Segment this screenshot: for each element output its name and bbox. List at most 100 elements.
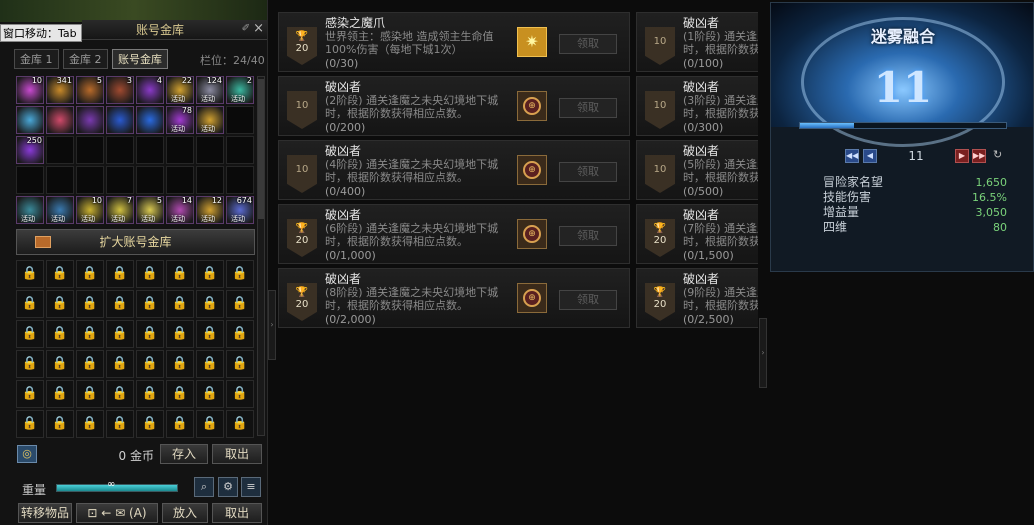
lock-icon: 🔒 (46, 320, 74, 348)
lock-icon: 🔒 (196, 380, 224, 408)
close-icon[interactable]: × (253, 21, 264, 36)
empty-slot[interactable] (106, 136, 134, 164)
mist-exp-fill (800, 123, 854, 128)
list-icon[interactable]: ≡ (241, 477, 261, 497)
storage-item[interactable]: 250 (16, 136, 44, 164)
empty-slot[interactable] (226, 106, 254, 134)
points-value: 20 (295, 43, 309, 54)
points-value: 10 (295, 100, 309, 111)
tab-storage-1[interactable]: 金库 1 (14, 49, 59, 69)
withdraw-button[interactable]: 取出 (212, 444, 262, 464)
empty-slot[interactable] (196, 166, 224, 194)
storage-item[interactable]: 10 活动 (76, 196, 104, 224)
gold-icon[interactable]: ◎ (17, 445, 37, 463)
search-icon[interactable]: ⌕ (194, 477, 214, 497)
empty-slot[interactable] (226, 136, 254, 164)
achievement-title: 破凶者 (325, 272, 362, 286)
empty-slot[interactable] (76, 166, 104, 194)
account-storage-panel: 账号金库 ✐ × 窗口移动：Tab 金库 1 金库 2 账号金库 栏位：24/4… (0, 0, 268, 525)
lock-icon: 🔒 (46, 350, 74, 378)
tab-storage-2[interactable]: 金库 2 (63, 49, 108, 69)
item-tag: 活动 (21, 215, 35, 223)
reward-item[interactable]: ✷ (517, 27, 547, 57)
deposit-button[interactable]: 存入 (160, 444, 208, 464)
storage-item[interactable]: 3 (106, 76, 134, 104)
storage-item[interactable]: 341 (46, 76, 74, 104)
empty-slot[interactable] (136, 166, 164, 194)
storage-item[interactable]: 活动 (46, 196, 74, 224)
empty-slot[interactable] (46, 136, 74, 164)
storage-item[interactable]: 124 活动 (196, 76, 224, 104)
stat-value: 3,050 (975, 206, 1008, 219)
claim-button[interactable]: 领取 (559, 290, 617, 310)
reward-item[interactable]: ⊕ (517, 91, 547, 121)
next-page-icon[interactable]: ▶ (955, 149, 969, 163)
collapse-handle-left[interactable]: › (268, 290, 276, 360)
pin-icon[interactable]: ✐ (242, 23, 250, 34)
transfer-arrow-button[interactable]: ⊡ ← ✉ (A) (76, 503, 158, 523)
put-in-button[interactable]: 放入 (162, 503, 208, 523)
reward-item[interactable]: ⊕ (517, 219, 547, 249)
last-page-icon[interactable]: ▶▶ (972, 149, 986, 163)
storage-item[interactable]: 活动 (196, 106, 224, 134)
empty-slot[interactable] (166, 166, 194, 194)
reward-item[interactable]: ⊕ (517, 155, 547, 185)
item-quantity: 341 (56, 76, 72, 85)
lock-icon: 🔒 (16, 320, 44, 348)
storage-item[interactable] (106, 106, 134, 134)
empty-slot[interactable] (16, 166, 44, 194)
reward-item[interactable]: ⊕ (517, 283, 547, 313)
lock-icon: 🔒 (106, 290, 134, 318)
lock-icon: 🔒 (166, 350, 194, 378)
lock-icon: 🔒 (226, 350, 254, 378)
item-tag: 活动 (201, 125, 215, 133)
empty-slot[interactable] (46, 166, 74, 194)
empty-slot[interactable] (196, 136, 224, 164)
storage-item[interactable]: 674 活动 (226, 196, 254, 224)
item-quantity: 7 (126, 196, 132, 205)
prev-page-icon[interactable]: ◀ (863, 149, 877, 163)
empty-slot[interactable] (136, 136, 164, 164)
storage-item[interactable] (16, 106, 44, 134)
storage-item[interactable]: 10 (16, 76, 44, 104)
achievement-desc: (8阶段) 通关逢魔之未央幻境地下城时，根据阶数获得相应点数。 (325, 286, 499, 312)
storage-item[interactable]: 5 活动 (136, 196, 164, 224)
stat-name: 增益量 (823, 205, 860, 219)
lock-icon: 🔒 (76, 410, 104, 438)
storage-item[interactable]: 12 活动 (196, 196, 224, 224)
empty-slot[interactable] (166, 136, 194, 164)
lock-icon: 🔒 (46, 260, 74, 288)
claim-button[interactable]: 领取 (559, 34, 617, 54)
storage-scrollbar[interactable] (257, 76, 265, 436)
storage-item[interactable]: 4 (136, 76, 164, 104)
scroll-thumb[interactable] (258, 79, 264, 219)
empty-slot[interactable] (106, 166, 134, 194)
storage-title-bar[interactable]: 账号金库 ✐ × (82, 20, 267, 40)
storage-item[interactable]: 5 (76, 76, 104, 104)
gear-icon[interactable]: ⚙ (218, 477, 238, 497)
first-page-icon[interactable]: ◀◀ (845, 149, 859, 163)
lock-icon: 🔒 (136, 380, 164, 408)
refresh-icon[interactable]: ↻ (993, 148, 1002, 161)
storage-item[interactable] (46, 106, 74, 134)
weight-value: ∞ (107, 479, 116, 490)
storage-item[interactable]: 2 活动 (226, 76, 254, 104)
claim-button[interactable]: 领取 (559, 162, 617, 182)
storage-item[interactable]: 7 活动 (106, 196, 134, 224)
storage-item[interactable]: 78 活动 (166, 106, 194, 134)
take-out-button[interactable]: 取出 (212, 503, 262, 523)
storage-item[interactable]: 活动 (16, 196, 44, 224)
claim-button[interactable]: 领取 (559, 98, 617, 118)
storage-item[interactable] (76, 106, 104, 134)
tab-account-storage[interactable]: 账号金库 (112, 49, 168, 69)
collapse-handle-right[interactable]: › (759, 318, 767, 388)
storage-item[interactable]: 22 活动 (166, 76, 194, 104)
transfer-items-button[interactable]: 转移物品 (18, 503, 72, 523)
claim-button[interactable]: 领取 (559, 226, 617, 246)
expand-storage-button[interactable]: 扩大账号金库 (16, 229, 255, 255)
storage-item[interactable]: 14 活动 (166, 196, 194, 224)
empty-slot[interactable] (76, 136, 104, 164)
empty-slot[interactable] (226, 166, 254, 194)
storage-item[interactable] (136, 106, 164, 134)
achievement-desc: (6阶段) 通关逢魔之未央幻境地下城时，根据阶数获得相应点数。 (325, 222, 499, 248)
